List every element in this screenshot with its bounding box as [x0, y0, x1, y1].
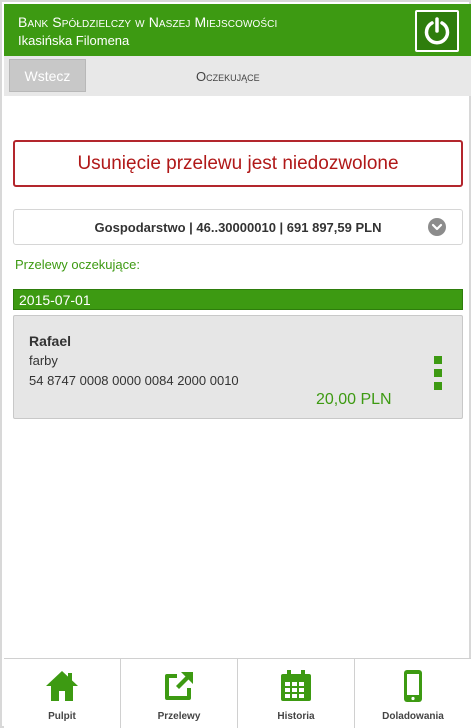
home-icon [44, 668, 80, 704]
mobile-phone-icon [395, 668, 431, 704]
account-select[interactable]: Gospodarstwo | 46..30000010 | 691 897,59… [13, 209, 463, 245]
nav-item-doladowania[interactable]: Doladowania [355, 659, 471, 728]
nav-item-przelewy[interactable]: Przelewy [121, 659, 238, 728]
sub-toolbar: Wstecz Oczekujące [4, 56, 471, 96]
account-selected-value: Gospodarstwo | 46..30000010 | 691 897,59… [94, 219, 382, 235]
transfer-recipient: Rafael [29, 333, 72, 349]
transfer-amount: 20,00 PLN [316, 391, 392, 408]
nav-label: Pulpit [48, 711, 76, 722]
nav-label: Przelewy [157, 711, 201, 722]
menu-dot [434, 356, 442, 364]
nav-label: Historia [277, 711, 315, 722]
nav-item-historia[interactable]: Historia [238, 659, 355, 728]
back-button[interactable]: Wstecz [9, 59, 86, 92]
bottom-navigation: Pulpit Przelewy Historia Doladowania [4, 658, 471, 728]
date-group-header: 2015-07-01 [13, 289, 463, 310]
app-header: Bank Spółdzielczy w Naszej Miejscowości … [4, 4, 471, 56]
page-title: Oczekujące [196, 69, 260, 84]
error-alert: Usunięcie przelewu jest niedozwolone [13, 140, 463, 187]
bank-name: Bank Spółdzielczy w Naszej Miejscowości [18, 14, 278, 30]
external-link-icon [161, 668, 197, 704]
logout-button[interactable] [415, 10, 459, 52]
transfer-description: farby [29, 353, 58, 368]
nav-label: Doladowania [382, 711, 444, 722]
error-message: Usunięcie przelewu jest niedozwolone [77, 152, 399, 174]
app-frame: Bank Spółdzielczy w Naszej Miejscowości … [0, 0, 471, 728]
menu-dot [434, 382, 442, 390]
more-options-icon[interactable] [434, 356, 442, 390]
transfer-account-number: 54 8747 0008 0000 0084 2000 0010 [29, 373, 239, 388]
section-label: Przelewy oczekujące: [15, 257, 140, 272]
nav-item-pulpit[interactable]: Pulpit [4, 659, 121, 728]
calendar-icon [278, 668, 314, 704]
user-name: Ikasińska Filomena [18, 33, 130, 48]
pending-transfer-item[interactable]: Rafael farby 54 8747 0008 0000 0084 2000… [13, 315, 463, 419]
chevron-down-icon[interactable] [428, 218, 446, 236]
menu-dot [434, 369, 442, 377]
power-icon [424, 17, 450, 45]
